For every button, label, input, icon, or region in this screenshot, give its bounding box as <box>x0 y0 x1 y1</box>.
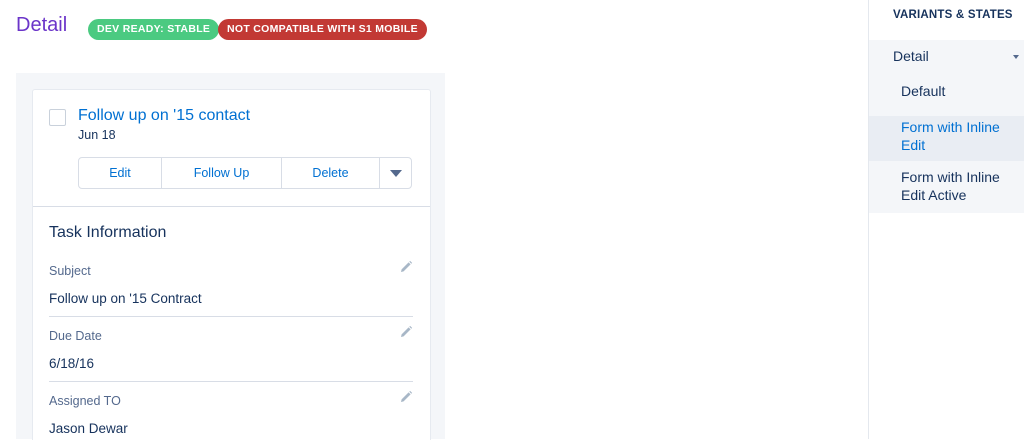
task-date: Jun 18 <box>78 128 116 142</box>
chevron-down-icon <box>390 170 402 177</box>
action-button-group: Edit Follow Up Delete <box>78 157 412 189</box>
caret-down-icon[interactable] <box>1013 55 1019 59</box>
field-assigned-to: Assigned TO Jason Dewar <box>49 390 413 440</box>
nav-item-form-inline-edit-active[interactable]: Form with Inline Edit Active <box>869 168 1024 213</box>
pencil-icon[interactable] <box>399 325 413 339</box>
more-actions-button[interactable] <box>380 158 411 188</box>
field-due-date: Due Date 6/18/16 <box>49 325 413 394</box>
field-value: Follow up on '15 Contract <box>49 291 202 306</box>
nav-item-form-inline-edit[interactable]: Form with Inline Edit <box>869 116 1024 161</box>
edit-button[interactable]: Edit <box>79 158 162 188</box>
status-badge-stable: DEV READY: STABLE <box>88 19 220 40</box>
nav-item-default[interactable]: Default <box>869 82 1024 118</box>
task-card: Follow up on '15 contact Jun 18 Edit Fol… <box>32 89 431 440</box>
pencil-icon[interactable] <box>399 390 413 404</box>
main-content: Detail DEV READY: STABLE NOT COMPATIBLE … <box>0 0 868 440</box>
task-checkbox[interactable] <box>49 109 66 126</box>
delete-button[interactable]: Delete <box>282 158 380 188</box>
nav-group-detail: Detail Default Form with Inline Edit For… <box>869 40 1024 213</box>
field-label: Assigned TO <box>49 394 121 408</box>
status-badge-incompatible: NOT COMPATIBLE WITH S1 MOBILE <box>218 19 427 40</box>
nav-group-toggle[interactable]: Detail <box>893 48 929 64</box>
field-label: Due Date <box>49 329 102 343</box>
field-value: Jason Dewar <box>49 421 128 436</box>
pencil-icon[interactable] <box>399 260 413 274</box>
page-title: Detail <box>16 14 68 36</box>
preview-area: Follow up on '15 contact Jun 18 Edit Fol… <box>16 73 445 440</box>
variants-sidebar: VARIANTS & STATES Detail Default Form wi… <box>868 0 1024 439</box>
divider <box>49 381 413 382</box>
task-title-link[interactable]: Follow up on '15 contact <box>78 107 250 125</box>
field-subject: Subject Follow up on '15 Contract <box>49 260 413 329</box>
sidebar-heading: VARIANTS & STATES <box>893 9 1013 21</box>
section-title: Task Information <box>49 224 167 241</box>
divider <box>49 316 413 317</box>
field-value: 6/18/16 <box>49 356 95 371</box>
field-label: Subject <box>49 264 91 278</box>
follow-up-button[interactable]: Follow Up <box>162 158 282 188</box>
divider <box>33 206 430 207</box>
